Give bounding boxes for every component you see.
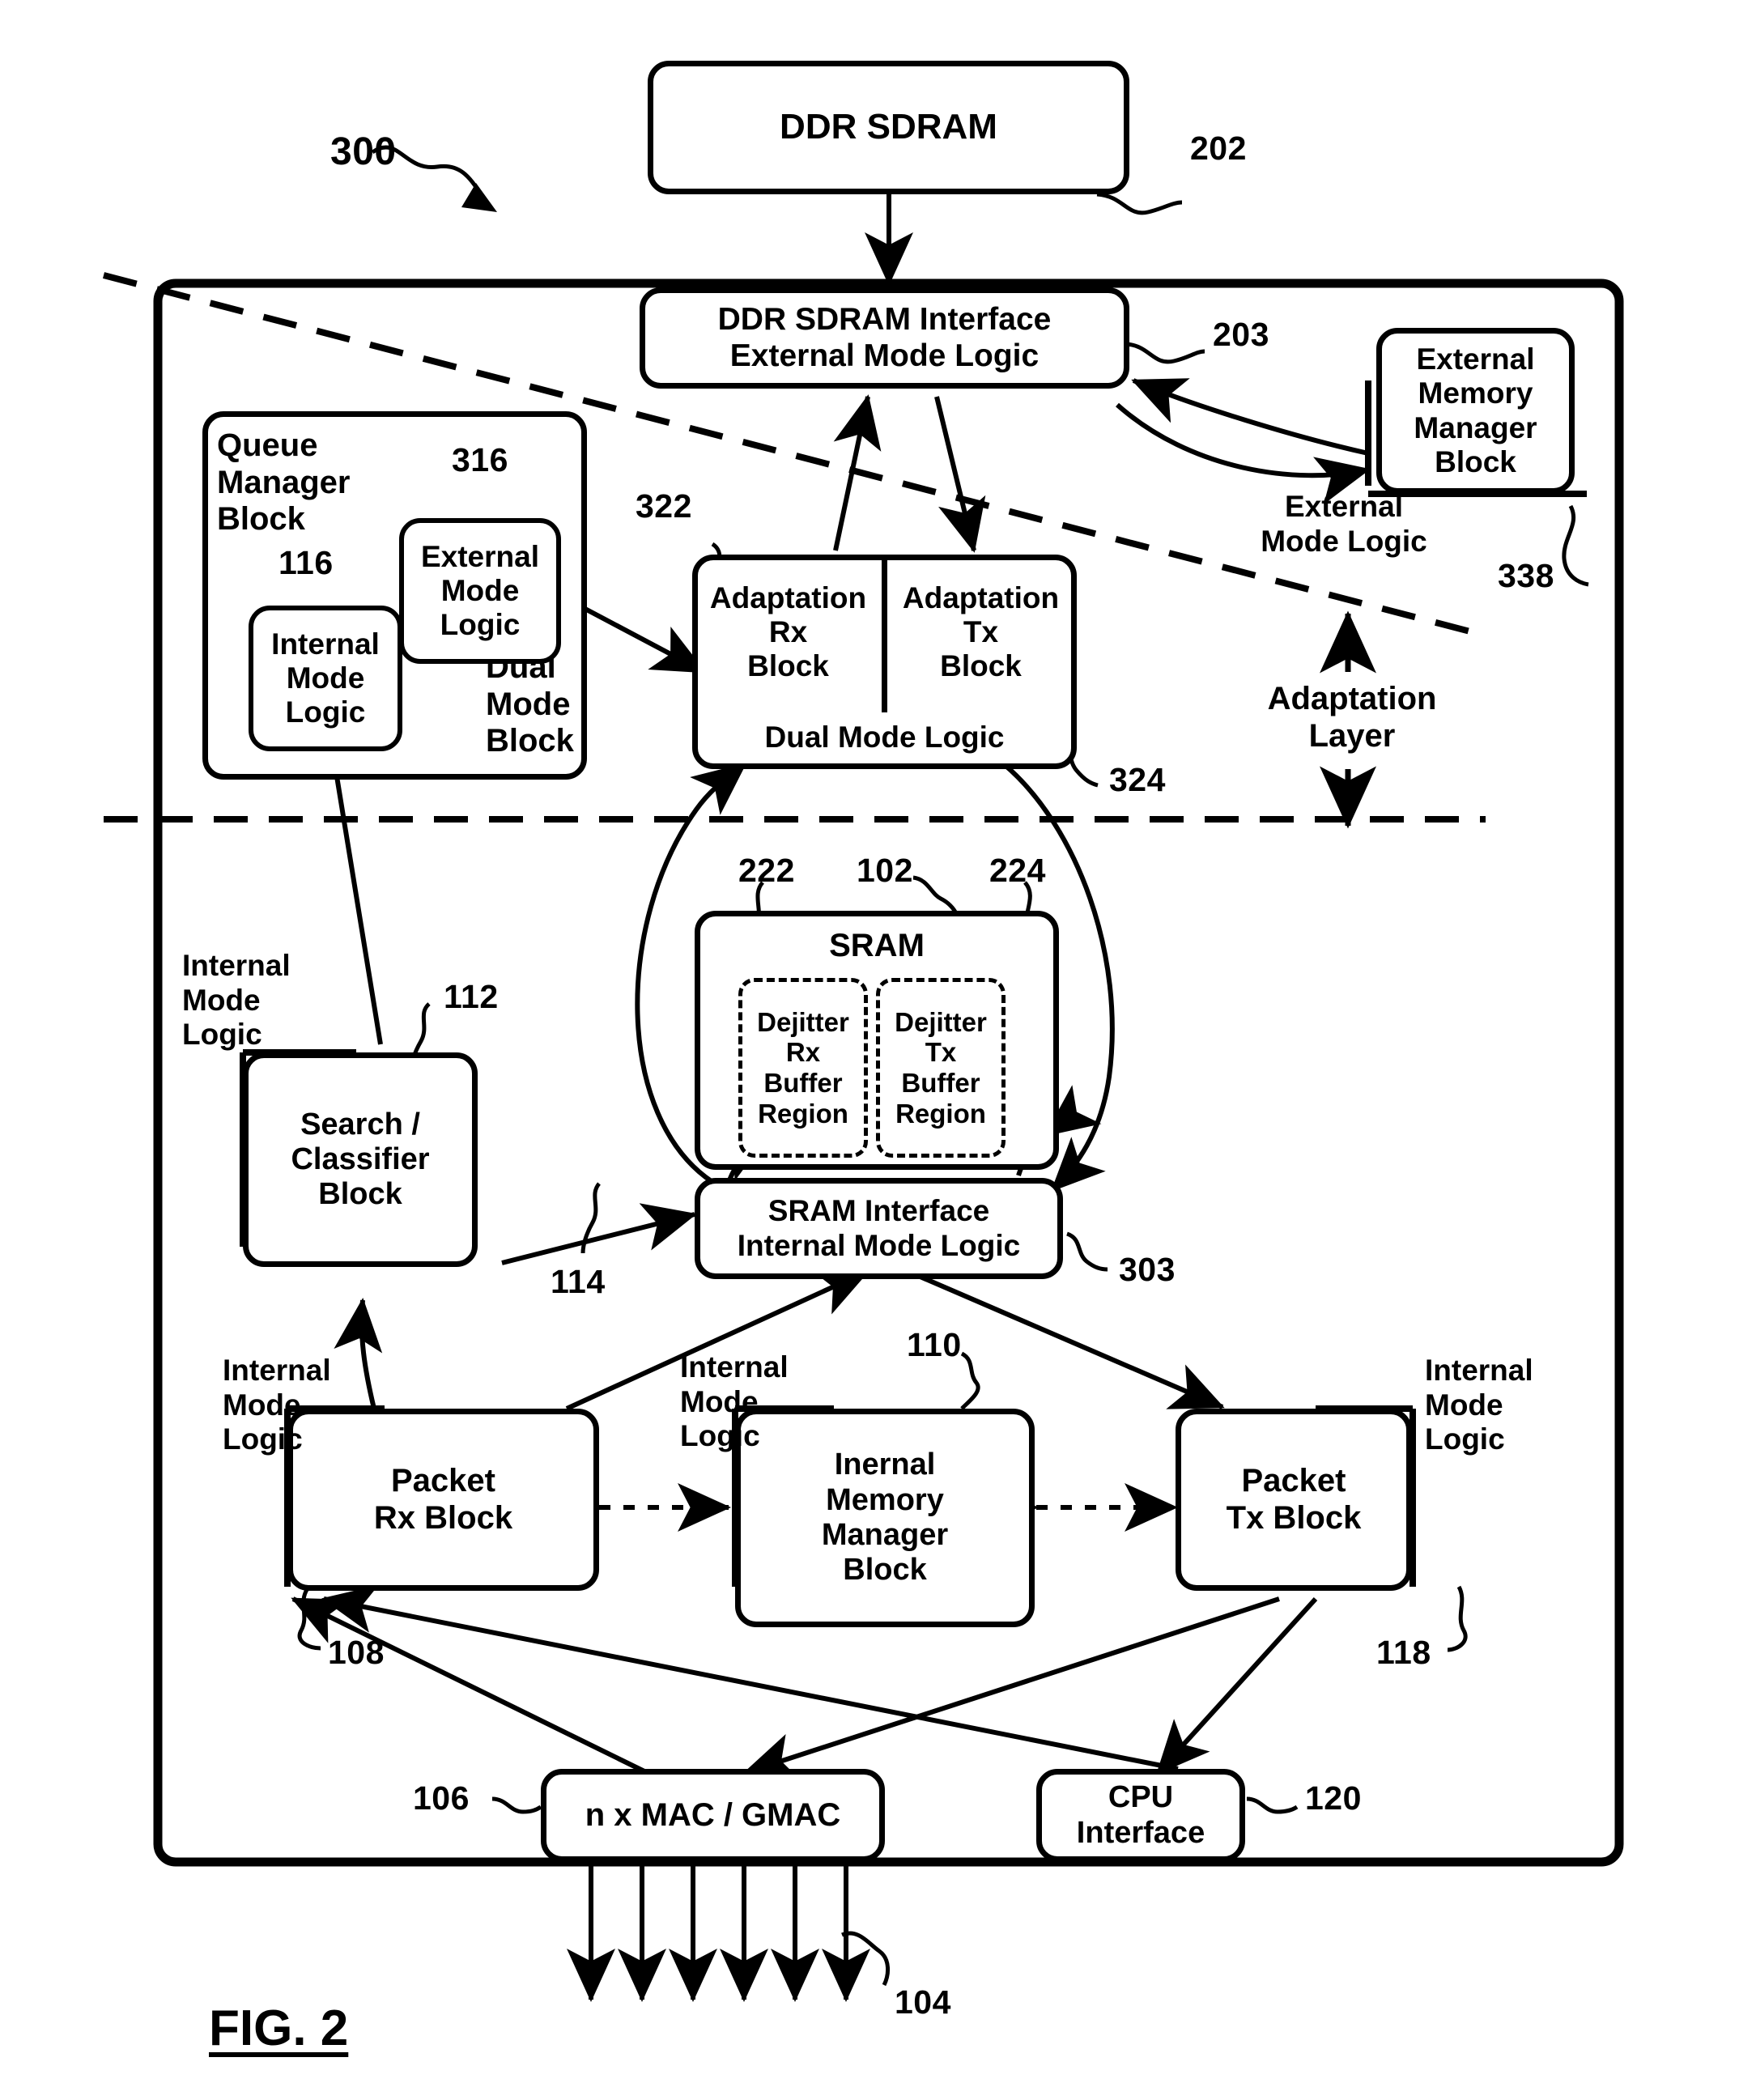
emm-mode-label: External Mode Logic: [1261, 490, 1427, 558]
search-classifier-block[interactable]: Search / Classifier Block: [243, 1052, 478, 1267]
mac-gmac-label: n x MAC / GMAC: [585, 1796, 841, 1833]
external-port-arrows: [567, 1811, 870, 2002]
mac-gmac-block[interactable]: n x MAC / GMAC: [541, 1769, 885, 1862]
qm-internal-mode-label: Internal Mode Logic: [271, 627, 380, 729]
arrow-search-to-sram-interface: [501, 1203, 697, 1265]
ref-202: 202: [1190, 130, 1247, 167]
queue-manager-title: Queue Manager Block: [217, 427, 351, 538]
ref-224: 224: [989, 852, 1046, 889]
packet-rx-label: Packet Rx Block: [373, 1462, 513, 1536]
ddr-interface-line2: External Mode Logic: [729, 338, 1040, 373]
dejitter-rx-buffer-region[interactable]: Dejitter Rx Buffer Region: [738, 978, 868, 1158]
packet-tx-mode-label: Internal Mode Logic: [1425, 1354, 1533, 1456]
ref-106: 106: [413, 1779, 470, 1817]
ddr-sdram-block[interactable]: DDR SDRAM: [648, 61, 1129, 194]
external-memory-manager-block[interactable]: External Memory Manager Block: [1376, 328, 1575, 494]
ddr-interface-line1: DDR SDRAM Interface: [717, 302, 1052, 338]
ref-118: 118: [1376, 1634, 1431, 1671]
dejitter-tx-label: Dejitter Tx Buffer Region: [895, 1006, 987, 1129]
imm-label: Inernal Memory Manager Block: [821, 1447, 949, 1588]
adaptation-dual-mode-label: Dual Mode Logic: [764, 721, 1005, 754]
arrow-adaptation-rx-to-ddr: [833, 394, 882, 551]
line-qm-to-search: [328, 736, 383, 1045]
ref-104: 104: [895, 1983, 951, 2021]
sram-interface-line1: SRAM Interface: [767, 1194, 990, 1228]
ref-114: 114: [551, 1263, 606, 1300]
ref-116: 116: [278, 544, 334, 581]
imm-mode-label: Internal Mode Logic: [680, 1350, 789, 1453]
arrow-ddr-to-emm: [1116, 402, 1371, 504]
packet-rx-mode-label: Internal Mode Logic: [223, 1354, 331, 1456]
figure-label: FIG. 2: [209, 2000, 349, 2056]
emm-label: External Memory Manager Block: [1414, 342, 1537, 478]
ref-203: 203: [1213, 316, 1269, 353]
ref-112: 112: [444, 978, 499, 1015]
sram-interface-block[interactable]: SRAM Interface Internal Mode Logic: [695, 1178, 1063, 1279]
search-classifier-label: Search / Classifier Block: [291, 1107, 430, 1212]
ddr-sdram-interface-block[interactable]: DDR SDRAM Interface External Mode Logic: [640, 287, 1129, 389]
adaptation-layer-label: Adaptation Layer: [1267, 681, 1437, 754]
arrow-emm-to-ddr: [1131, 378, 1369, 456]
ref-102: 102: [857, 852, 913, 889]
ref-222: 222: [738, 852, 795, 889]
packet-tx-block[interactable]: Packet Tx Block: [1176, 1409, 1412, 1591]
cpu-interface-label: CPU Interface: [1076, 1780, 1205, 1850]
adaptation-divider: [882, 559, 887, 712]
ref-316: 316: [452, 441, 508, 478]
arrow-mac-to-packet-rx: [291, 1596, 649, 1775]
ddr-sdram-label: DDR SDRAM: [780, 107, 997, 147]
ref-110: 110: [907, 1326, 962, 1363]
ref-303: 303: [1119, 1251, 1176, 1288]
cpu-interface-block[interactable]: CPU Interface: [1036, 1769, 1245, 1862]
qm-external-mode-logic[interactable]: External Mode Logic: [399, 518, 561, 664]
ref-324: 324: [1109, 761, 1166, 798]
arrow-packet-tx-to-cpu: [1155, 1596, 1318, 1775]
ref-322: 322: [636, 487, 692, 525]
ref-338: 338: [1498, 557, 1554, 594]
adaptation-tx-label: Adaptation Tx Block: [902, 581, 1060, 683]
ref-120: 120: [1305, 1779, 1362, 1817]
arrow-ddr-to-adaptation-tx: [934, 396, 986, 553]
search-classifier-mode-label: Internal Mode Logic: [182, 949, 291, 1052]
dejitter-tx-buffer-region[interactable]: Dejitter Tx Buffer Region: [876, 978, 1006, 1158]
packet-tx-label: Packet Tx Block: [1226, 1462, 1362, 1536]
queue-manager-dual-mode-label: Dual Mode Block: [486, 649, 574, 759]
sram-interface-line2: Internal Mode Logic: [737, 1228, 1021, 1262]
qm-external-mode-label: External Mode Logic: [420, 539, 539, 642]
sram-label: SRAM: [829, 928, 925, 963]
patent-figure-canvas: DDR SDRAM DDR SDRAM Interface External M…: [0, 0, 1739, 2100]
ref-108: 108: [328, 1634, 385, 1671]
qm-internal-mode-logic[interactable]: Internal Mode Logic: [249, 606, 402, 751]
adaptation-rx-label: Adaptation Rx Block: [709, 581, 867, 683]
ref-300: 300: [330, 130, 397, 173]
dejitter-rx-label: Dejitter Rx Buffer Region: [757, 1006, 849, 1129]
